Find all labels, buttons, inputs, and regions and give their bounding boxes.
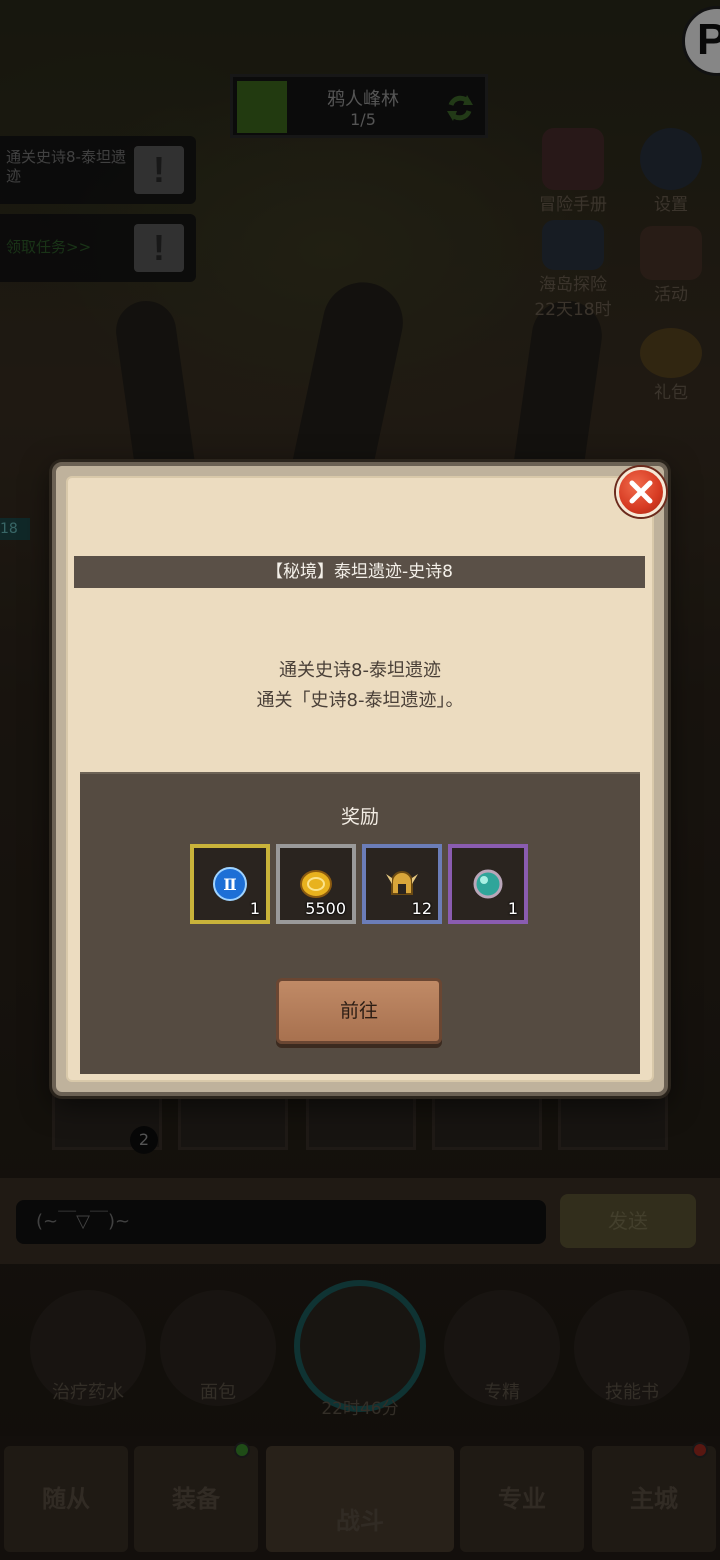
reward-slot[interactable]: Ⅱ 1 (190, 844, 270, 924)
reward-count: 1 (249, 899, 260, 918)
close-button[interactable] (616, 467, 666, 517)
gold-coin-icon (300, 870, 332, 898)
reward-slot[interactable]: 1 (448, 844, 528, 924)
reward-title: 奖励 (340, 806, 379, 828)
task-name: 通关史诗8-泰坦遗迹 (279, 660, 441, 681)
dialog-title: 【秘境】泰坦遗迹-史诗8 (74, 556, 645, 588)
close-icon (629, 480, 653, 504)
reward-count: 5500 (305, 899, 346, 918)
svg-text:Ⅱ: Ⅱ (223, 875, 236, 894)
gem-orb-icon (473, 869, 503, 899)
task-description: 通关「史诗8-泰坦遗迹」。 (256, 690, 464, 711)
reward-count: 1 (507, 899, 518, 918)
reward-panel: 奖励 Ⅱ 1 5500 12 1 前往 (80, 772, 640, 1074)
reward-count: 12 (411, 899, 432, 918)
reward-slot[interactable]: 5500 (276, 844, 356, 924)
helmet-icon (386, 871, 418, 895)
go-button[interactable]: 前往 (276, 978, 442, 1044)
reward-slot[interactable]: 12 (362, 844, 442, 924)
blue-rune-icon: Ⅱ (213, 867, 247, 901)
